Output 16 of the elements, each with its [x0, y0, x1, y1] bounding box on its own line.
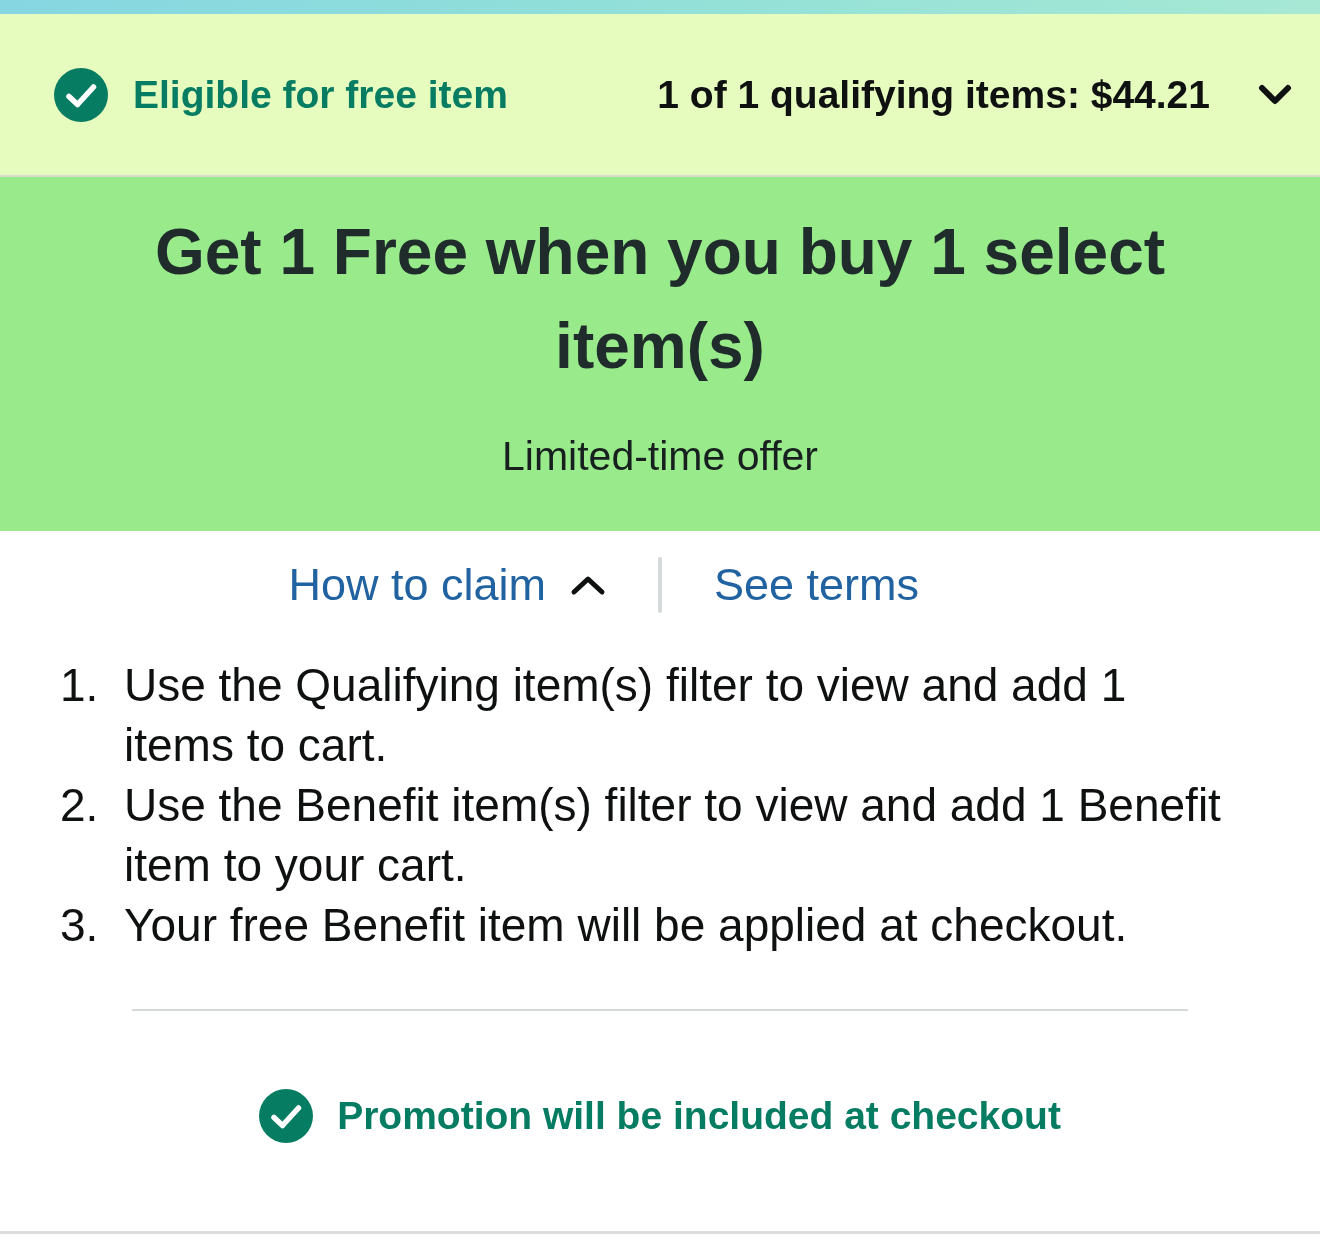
promo-title: Get 1 Free when you buy 1 select item(s) [153, 215, 1167, 384]
step-number: 3. [60, 898, 100, 953]
eligibility-status: Eligible for free item [133, 72, 508, 117]
check-circle-icon [259, 1089, 314, 1143]
step-number: 1. [60, 658, 100, 713]
step-text: Use the Benefit item(s) filter to view and add 1 Benefit item to your cart. [124, 778, 1222, 893]
promotion-message: Promotion will be included at checkout [337, 1093, 1061, 1139]
check-circle-icon [54, 67, 108, 122]
step-text: Use the Qualifying item(s) filter to view and add 1 items to cart. [124, 658, 1128, 773]
step-number: 2. [60, 778, 100, 833]
step-text: Your free Benefit item will be applied at checkout. [124, 898, 1129, 953]
qualifying-items-summary: 1 of 1 qualifying items: $44.21 [657, 72, 1210, 117]
terms-link[interactable]: See terms [714, 557, 920, 613]
promo-subtitle: Limited-time offer [502, 434, 818, 478]
claim-toggle-link[interactable]: How to claim [288, 557, 606, 613]
chevron-icon[interactable] [1258, 83, 1292, 106]
